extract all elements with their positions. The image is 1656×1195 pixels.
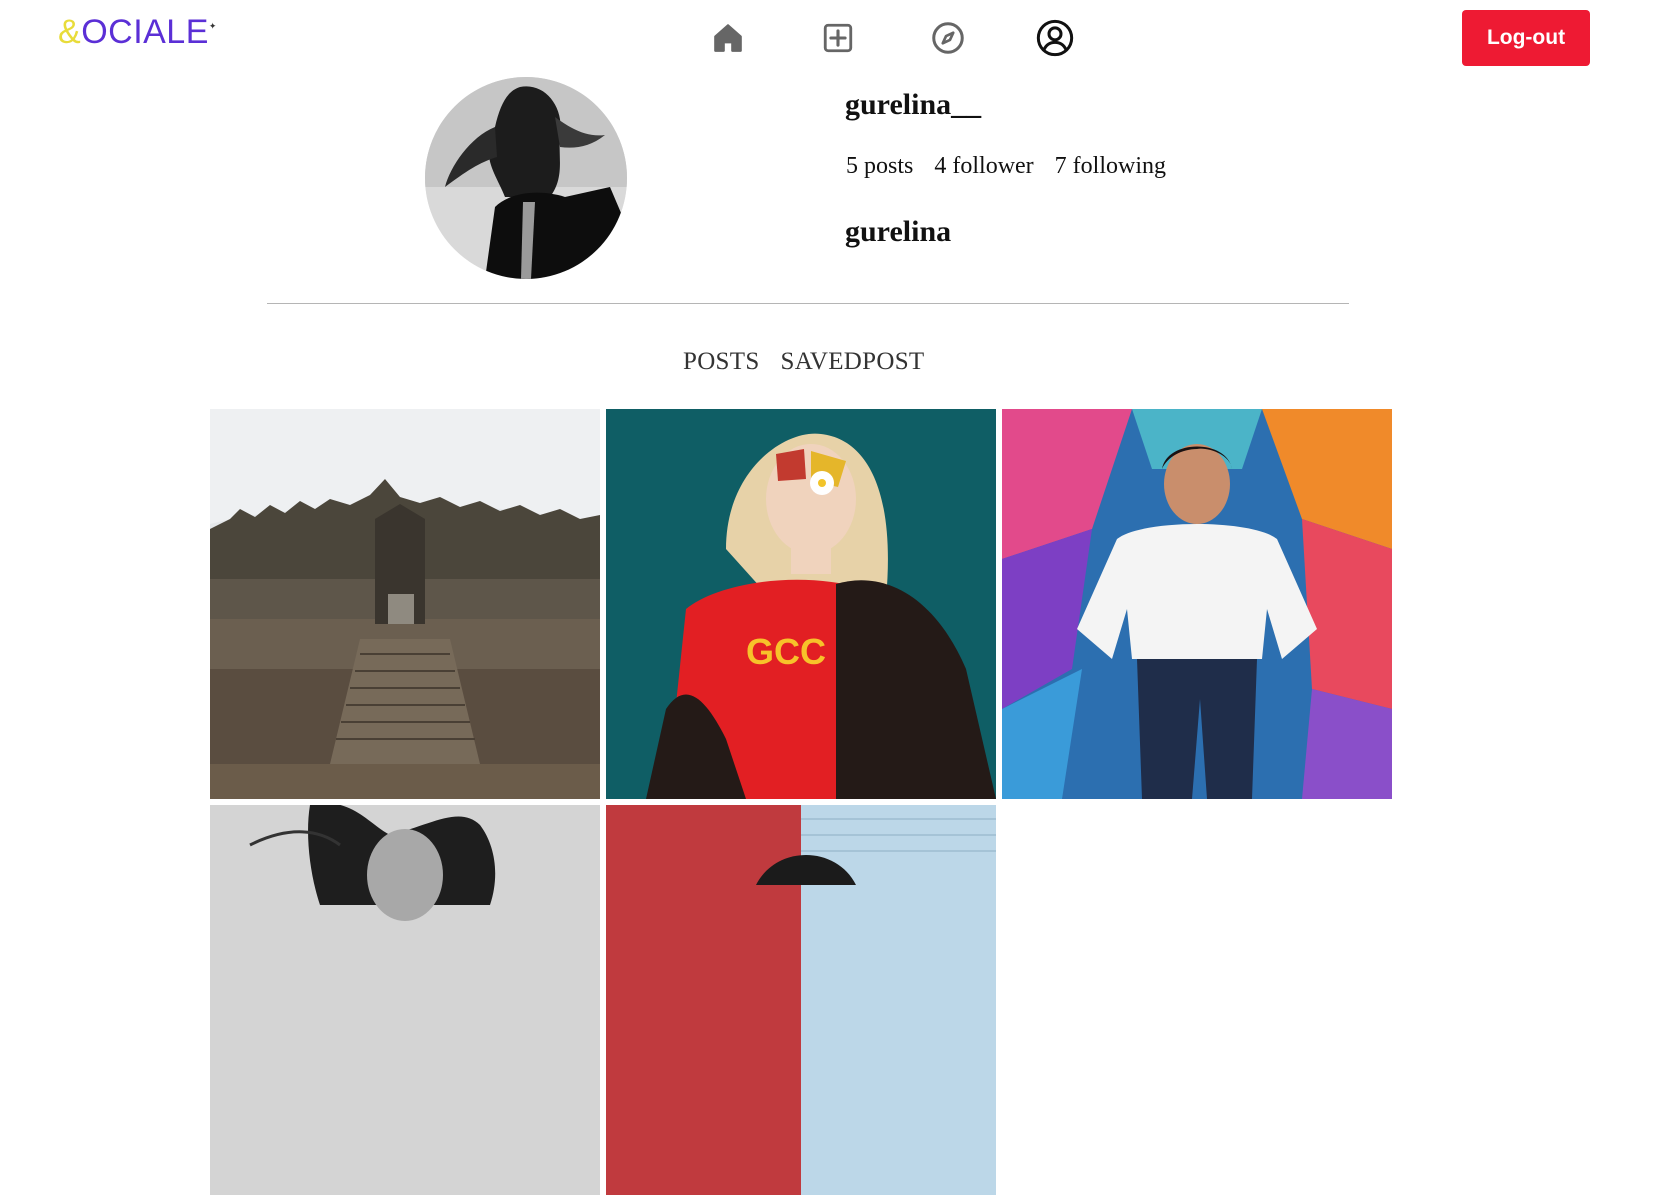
profile-stats: 5 posts 4 follower 7 following [846, 153, 1166, 180]
tab-savedpost[interactable]: SAVEDPOST [781, 348, 925, 376]
tab-posts[interactable]: POSTS [683, 348, 760, 376]
add-post-icon[interactable] [818, 18, 858, 58]
profile-tabs: POSTS SAVEDPOST [683, 348, 925, 376]
post-thumbnail-portrait[interactable] [210, 805, 600, 1195]
posts-count[interactable]: 5 posts [846, 153, 913, 180]
explore-icon[interactable] [928, 18, 968, 58]
logout-button[interactable]: Log-out [1462, 10, 1590, 66]
main-nav [0, 18, 1656, 58]
post-thumbnail-temple[interactable] [210, 409, 600, 799]
post-thumbnail-graffiti[interactable] [1002, 409, 1392, 799]
home-icon[interactable] [708, 18, 748, 58]
post-thumbnail-wall[interactable] [606, 805, 996, 1195]
profile-icon[interactable] [1035, 18, 1075, 58]
post-thumbnail-sunglasses[interactable]: GCC [606, 409, 996, 799]
profile-divider [267, 303, 1349, 304]
profile-display-name: gurelina [845, 215, 952, 248]
profile-username: gurelina__ [845, 88, 982, 121]
following-count[interactable]: 7 following [1055, 153, 1166, 180]
profile-avatar[interactable] [425, 77, 627, 279]
followers-count[interactable]: 4 follower [934, 153, 1033, 180]
svg-text:GCC: GCC [746, 631, 826, 672]
